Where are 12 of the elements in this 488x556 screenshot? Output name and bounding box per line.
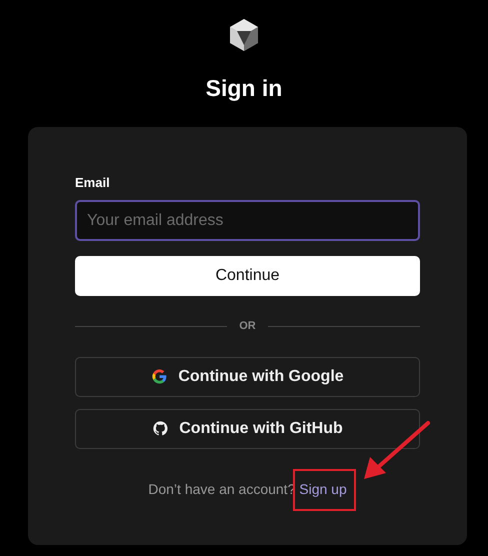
email-field[interactable]: Your email address bbox=[75, 200, 420, 242]
page-title: Sign in bbox=[204, 75, 284, 103]
provider-button[interactable]: Continue with GitHub bbox=[75, 408, 420, 449]
divider-label: OR bbox=[239, 319, 256, 334]
signup-link[interactable]: Sign up bbox=[299, 480, 347, 497]
logo-icon bbox=[228, 18, 260, 52]
email-label: Email bbox=[75, 174, 111, 192]
provider-button[interactable]: Continue with Google bbox=[75, 356, 420, 397]
signup-prompt: Don’t have an account? bbox=[148, 480, 296, 497]
google-logo-icon bbox=[151, 368, 168, 386]
github-logo-icon bbox=[152, 420, 170, 438]
continue-button[interactable]: Continue bbox=[75, 256, 420, 296]
